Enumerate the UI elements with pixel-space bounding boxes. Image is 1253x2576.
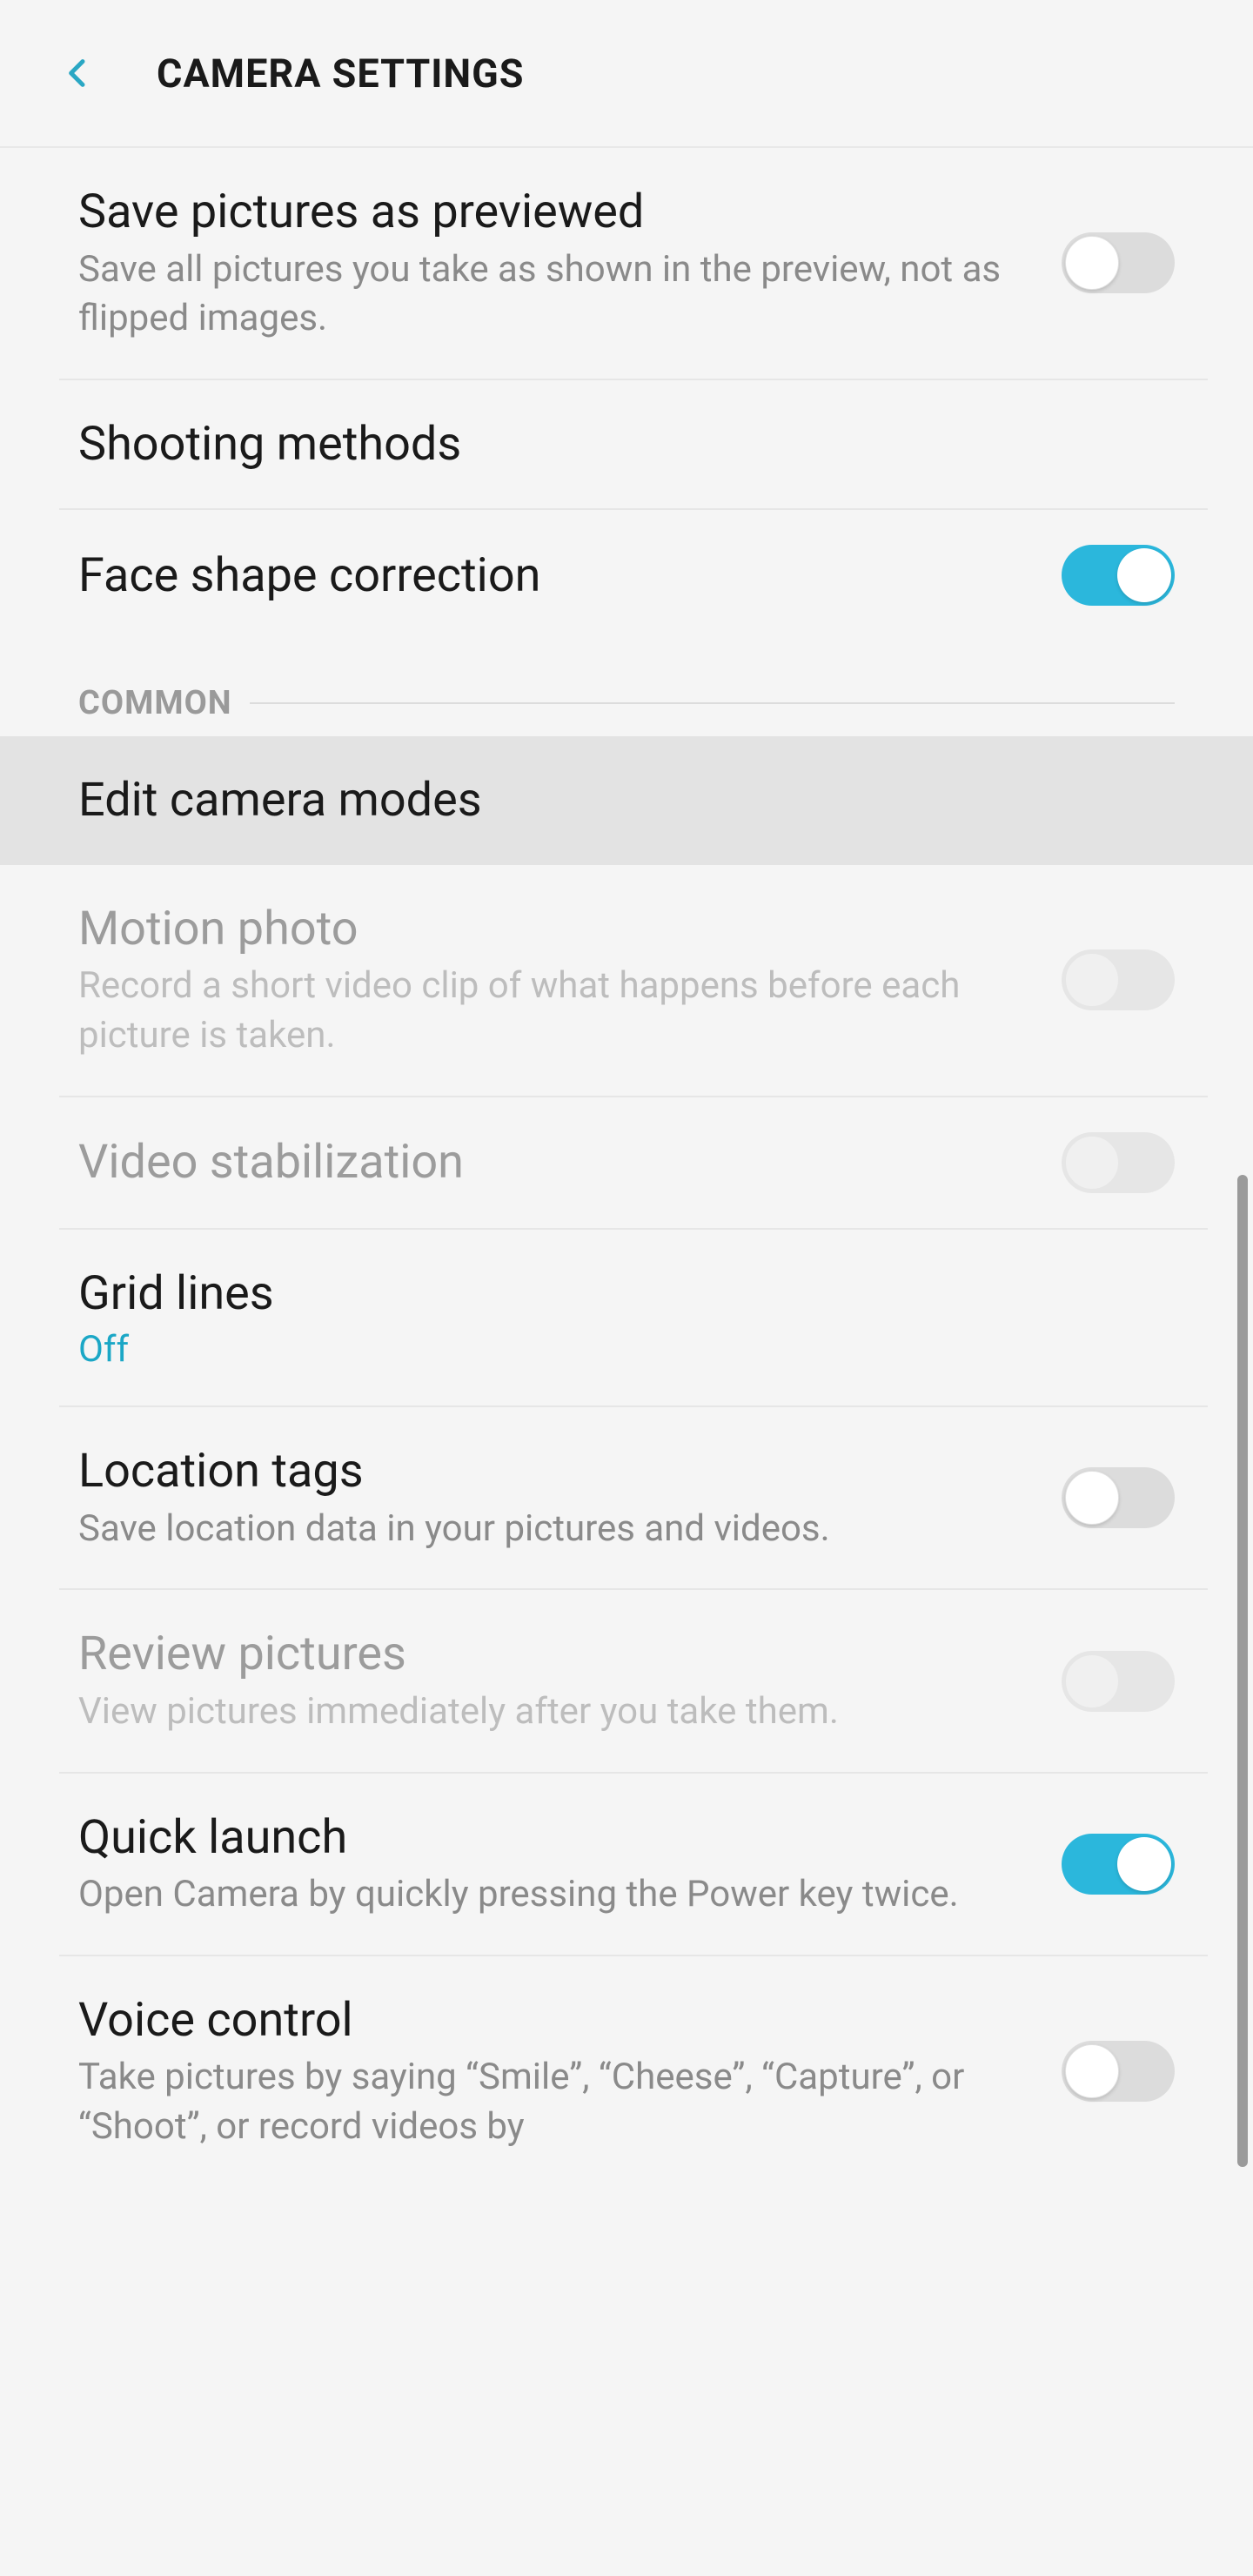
row-subtitle: Take pictures by saying “Smile”, “Cheese… xyxy=(78,2053,1027,2151)
row-title: Review pictures xyxy=(78,1625,1027,1684)
row-title: Edit camera modes xyxy=(78,771,1140,830)
row-subtitle: Record a short video clip of what happen… xyxy=(78,962,1027,1060)
scrollbar[interactable] xyxy=(1237,1175,1248,2167)
row-title: Location tags xyxy=(78,1442,1027,1501)
toggle-location-tags[interactable] xyxy=(1062,1467,1175,1528)
section-line xyxy=(250,702,1175,704)
row-subtitle: Save location data in your pictures and … xyxy=(78,1505,1027,1554)
app-header: CAMERA SETTINGS xyxy=(0,0,1253,148)
back-icon[interactable] xyxy=(61,56,96,91)
row-video-stabilization[interactable]: Video stabilization xyxy=(0,1097,1253,1228)
row-subtitle: Open Camera by quickly pressing the Powe… xyxy=(78,1870,1027,1920)
row-title: Video stabilization xyxy=(78,1133,1027,1192)
row-location-tags[interactable]: Location tags Save location data in your… xyxy=(0,1407,1253,1588)
row-title: Voice control xyxy=(78,1991,1027,2050)
row-edit-camera-modes[interactable]: Edit camera modes xyxy=(0,736,1253,865)
toggle-quick-launch[interactable] xyxy=(1062,1834,1175,1895)
row-title: Shooting methods xyxy=(78,415,1140,474)
row-subtitle: View pictures immediately after you take… xyxy=(78,1687,1027,1737)
row-quick-launch[interactable]: Quick launch Open Camera by quickly pres… xyxy=(0,1774,1253,1955)
toggle-face-shape[interactable] xyxy=(1062,545,1175,606)
settings-list: Save pictures as previewed Save all pict… xyxy=(0,148,1253,2152)
row-review-pictures[interactable]: Review pictures View pictures immediatel… xyxy=(0,1590,1253,1771)
toggle-video-stabilization[interactable] xyxy=(1062,1132,1175,1193)
row-title: Motion photo xyxy=(78,900,1027,959)
page-title: CAMERA SETTINGS xyxy=(157,50,525,97)
toggle-voice-control[interactable] xyxy=(1062,2041,1175,2102)
row-title: Face shape correction xyxy=(78,547,1027,606)
row-voice-control[interactable]: Voice control Take pictures by saying “S… xyxy=(0,1956,1253,2152)
row-subtitle: Save all pictures you take as shown in t… xyxy=(78,245,1027,344)
toggle-save-previewed[interactable] xyxy=(1062,232,1175,293)
row-value: Off xyxy=(78,1328,1140,1371)
row-title: Save pictures as previewed xyxy=(78,183,1027,242)
row-title: Quick launch xyxy=(78,1808,1027,1868)
row-grid-lines[interactable]: Grid lines Off xyxy=(0,1230,1253,1406)
toggle-review-pictures[interactable] xyxy=(1062,1651,1175,1712)
row-save-pictures-as-previewed[interactable]: Save pictures as previewed Save all pict… xyxy=(0,148,1253,379)
row-shooting-methods[interactable]: Shooting methods xyxy=(0,380,1253,509)
row-title: Grid lines xyxy=(78,1265,1140,1324)
section-header-common: COMMON xyxy=(0,641,1253,736)
toggle-motion-photo[interactable] xyxy=(1062,949,1175,1010)
section-label: COMMON xyxy=(78,684,232,722)
row-motion-photo[interactable]: Motion photo Record a short video clip o… xyxy=(0,865,1253,1096)
row-face-shape-correction[interactable]: Face shape correction xyxy=(0,510,1253,641)
